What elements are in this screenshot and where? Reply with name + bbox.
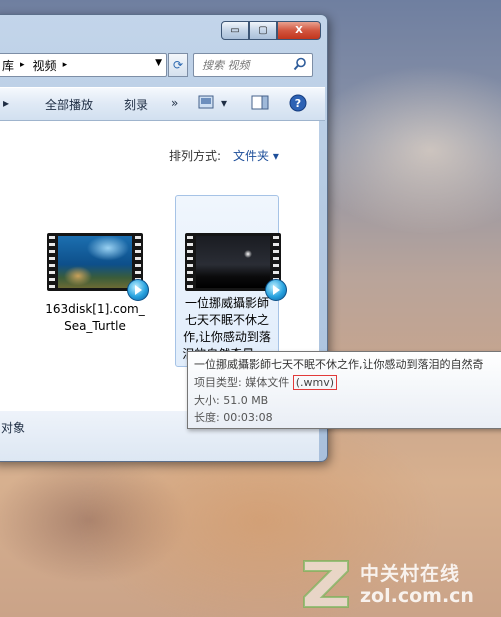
tooltip-title: 一位挪威攝影師七天不眠不休之作,让你感动到落泪的自然奇 — [194, 358, 484, 371]
maximize-button[interactable]: ▢ — [249, 21, 277, 40]
toolbar-overflow-left[interactable]: ▸ — [3, 96, 9, 110]
refresh-icon: ⟳ — [172, 58, 184, 72]
watermark-text: 中关村在线 — [360, 563, 461, 585]
file-extension-highlight: (.wmv) — [292, 375, 338, 390]
zol-watermark: 中关村在线 zol.com.cn — [298, 553, 498, 611]
tooltip-size: 大小: 51.0 MB — [194, 394, 269, 407]
breadcrumb-separator-icon[interactable]: ▸ — [63, 60, 68, 70]
refresh-button[interactable]: ⟳ — [168, 53, 188, 77]
breadcrumb-library[interactable]: 库 — [2, 57, 14, 74]
status-text: 对象 — [1, 421, 26, 435]
tooltip-length: 长度: 00:03:08 — [194, 411, 273, 424]
media-player-icon — [127, 279, 149, 301]
file-info-tooltip: 一位挪威攝影師七天不眠不休之作,让你感动到落泪的自然奇 项目类型: 媒体文件 (… — [187, 351, 501, 429]
burn-button[interactable]: 刻录 — [124, 96, 148, 113]
search-box[interactable] — [193, 53, 313, 77]
tooltip-type: 项目类型: 媒体文件 (.wmv) — [194, 374, 338, 390]
view-icon[interactable] — [198, 95, 214, 112]
video-thumbnail[interactable] — [47, 233, 149, 301]
tooltip-type-label: 项目类型: 媒体文件 — [194, 376, 293, 389]
watermark-url: zol.com.cn — [360, 585, 474, 607]
svg-text:?: ? — [295, 97, 301, 110]
address-bar[interactable]: 库 ▸ 视频 ▸ ▼ — [0, 53, 167, 77]
sort-dropdown[interactable]: 文件夹 ▾ — [233, 147, 279, 164]
minimize-button[interactable]: ▭ — [221, 21, 249, 40]
breadcrumb-separator-icon[interactable]: ▸ — [20, 60, 25, 70]
search-icon[interactable] — [293, 57, 307, 71]
close-button[interactable]: X — [277, 21, 321, 40]
breadcrumb-videos[interactable]: 视频 — [33, 57, 57, 74]
video-preview-image — [58, 236, 132, 288]
caption-buttons: ▭ ▢ X — [221, 21, 321, 40]
sort-label: 排列方式: — [169, 149, 222, 163]
video-preview-image — [196, 236, 270, 288]
zol-logo-icon — [303, 560, 349, 608]
search-input[interactable] — [200, 57, 296, 73]
toolbar-overflow-button[interactable]: » — [171, 96, 178, 110]
address-dropdown-icon[interactable]: ▼ — [155, 58, 162, 68]
video-thumbnail-selected[interactable] — [185, 233, 287, 301]
file-name[interactable]: 163disk[1].com_ Sea_Turtle — [37, 301, 153, 335]
command-bar: ▸ 全部播放 刻录 » ▾ ? — [0, 87, 325, 121]
preview-pane-icon[interactable] — [251, 95, 269, 113]
help-icon[interactable]: ? — [289, 94, 307, 115]
play-all-button[interactable]: 全部播放 — [45, 96, 93, 113]
view-dropdown-icon[interactable]: ▾ — [221, 96, 227, 110]
